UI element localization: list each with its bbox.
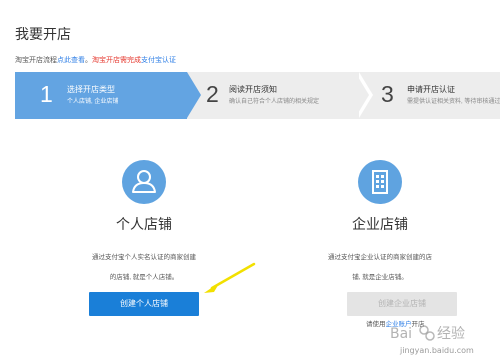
personal-store-title: 个人店铺 xyxy=(116,216,172,232)
notice-prefix: 淘宝开店流程 xyxy=(15,57,57,64)
enterprise-store-card: 企业店铺 通过支付宝企业认证的商家创建的店 铺, 就是企业店铺。 xyxy=(280,160,480,288)
step-3-title: 申请开店认证 xyxy=(407,85,455,94)
svg-text:经验: 经验 xyxy=(437,326,465,342)
step-1-desc: 个人店铺, 企业店铺 xyxy=(67,99,119,105)
step-1: 1 选择开店类型 个人店铺, 企业店铺 xyxy=(15,72,187,119)
step-progress: 1 选择开店类型 个人店铺, 企业店铺 2 阅读开店须知 确认自己符合个人店铺的… xyxy=(15,72,500,119)
create-personal-store-button[interactable]: 创建个人店铺 xyxy=(89,292,199,316)
notice-process-link[interactable]: 点此查看 xyxy=(57,57,85,64)
notice-alipay-link[interactable]: 支付宝认证 xyxy=(141,57,176,64)
building-icon xyxy=(358,160,402,204)
page-title: 我要开店 xyxy=(15,26,71,42)
step-2-title: 阅读开店须知 xyxy=(229,85,277,94)
enterprise-desc-line-1: 通过支付宝企业认证的商家创建的店 xyxy=(328,254,432,261)
baidu-jingyan-watermark-icon: Bai 经验 xyxy=(390,325,465,342)
step-2-number: 2 xyxy=(206,81,219,107)
create-enterprise-store-button[interactable]: 创建企业店铺 xyxy=(347,292,457,316)
step-2: 2 阅读开店须知 确认自己符合个人店铺的相关规定 xyxy=(201,72,351,119)
step-3-desc: 需提供认证相关资料, 等待审核通过 xyxy=(407,99,500,105)
step-3: 3 申请开店认证 需提供认证相关资料, 等待审核通过 xyxy=(377,72,500,119)
step-1-number: 1 xyxy=(40,81,53,107)
notice-bar: 淘宝开店流程点此查看。淘宝开店需完成支付宝认证 xyxy=(15,55,176,65)
step-1-title: 选择开店类型 xyxy=(67,85,115,94)
enterprise-desc-line-2: 铺, 就是企业店铺。 xyxy=(352,274,408,281)
enterprise-store-title: 企业店铺 xyxy=(352,216,408,232)
person-icon xyxy=(122,160,166,204)
step-2-desc: 确认自己符合个人店铺的相关规定 xyxy=(229,99,320,105)
svg-text:Bai: Bai xyxy=(390,326,412,342)
notice-sep: 。 xyxy=(85,57,92,64)
step-3-number: 3 xyxy=(381,81,394,107)
watermark-url: jingyan.baidu.com xyxy=(400,346,474,355)
step-1-arrow-tip xyxy=(187,72,201,118)
annotation-arrow-icon xyxy=(204,262,256,293)
step-separator-inner xyxy=(355,72,369,118)
notice-warning: 淘宝开店需完成 xyxy=(92,57,141,64)
enterprise-store-description: 通过支付宝企业认证的商家创建的店 铺, 就是企业店铺。 xyxy=(280,248,480,288)
